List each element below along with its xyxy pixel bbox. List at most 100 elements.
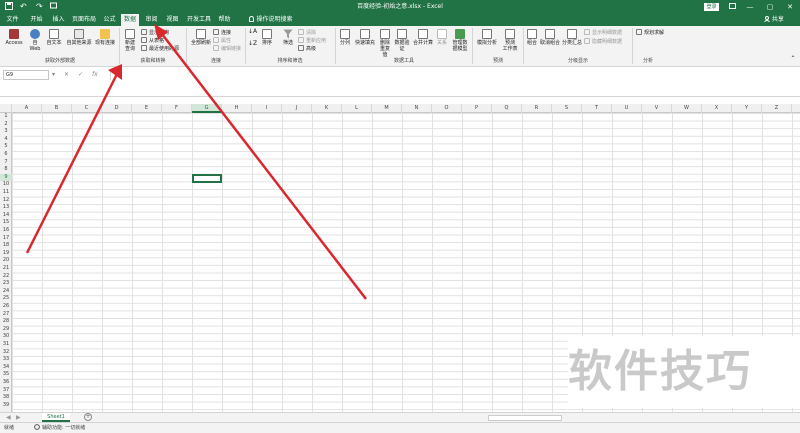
what-if-analysis-button[interactable]: 模拟分析 [475, 29, 499, 46]
select-all-corner[interactable] [0, 104, 12, 113]
tab-insert[interactable]: 插入 [50, 14, 67, 26]
tab-review[interactable]: 审阅 [143, 14, 160, 26]
hide-detail-button[interactable]: 隐藏明细数据 [584, 38, 622, 45]
row-header[interactable]: 21 [0, 265, 12, 273]
row-header[interactable]: 2 [0, 121, 12, 129]
recent-sources-button[interactable]: 最近使用的源 [141, 45, 179, 52]
row-header[interactable]: 1 [0, 113, 12, 121]
solver-button[interactable]: 规划求解 [636, 29, 664, 36]
row-header[interactable]: 28 [0, 318, 12, 326]
next-sheet-icon[interactable]: ▶ [16, 414, 21, 421]
cancel-icon[interactable]: ✕ [64, 70, 69, 80]
row-header[interactable]: 29 [0, 326, 12, 334]
group-button[interactable]: 组合 [526, 29, 538, 46]
subtotal-button[interactable]: 分类汇总 [562, 29, 582, 46]
row-header[interactable]: 9 [0, 173, 12, 182]
prev-sheet-icon[interactable]: ◀ [6, 414, 11, 421]
row-header[interactable]: 4 [0, 136, 12, 144]
row-header[interactable]: 20 [0, 257, 12, 265]
row-header[interactable]: 34 [0, 364, 12, 372]
row-header[interactable]: 23 [0, 280, 12, 288]
share-button[interactable]: 共享 [764, 14, 784, 26]
forecast-sheet-button[interactable]: 预测 工作表 [501, 29, 519, 52]
row-header[interactable]: 11 [0, 189, 12, 197]
column-header[interactable]: Y [732, 104, 762, 113]
column-header[interactable]: Q [492, 104, 522, 113]
new-query-button[interactable]: 新建 查询 [122, 29, 138, 52]
row-header[interactable]: 24 [0, 288, 12, 296]
accessibility-status[interactable]: 辅助功能: 一切就绪 [42, 423, 85, 433]
column-header[interactable]: Z [762, 104, 792, 113]
column-header[interactable]: H [222, 104, 252, 113]
edit-links-button[interactable]: 编辑链接 [213, 45, 241, 52]
column-header[interactable]: G [192, 104, 222, 113]
column-header[interactable]: U [612, 104, 642, 113]
tell-me-search[interactable]: 操作说明搜索 [240, 14, 302, 26]
insert-function-icon[interactable]: fx [92, 70, 98, 80]
sort-az-icon[interactable]: ↓A [248, 29, 257, 35]
accessibility-icon[interactable] [34, 423, 40, 433]
tab-view[interactable]: 视图 [164, 14, 181, 26]
properties-button[interactable]: 属性 [213, 37, 231, 44]
tab-data[interactable]: 数据 [121, 14, 139, 26]
existing-connections-button[interactable]: 现有连接 [94, 29, 116, 46]
sort-za-icon[interactable]: ↓Z [248, 41, 257, 47]
column-header[interactable]: L [342, 104, 372, 113]
from-table-button[interactable]: 从表格 [141, 37, 164, 44]
row-header[interactable]: 30 [0, 333, 12, 341]
row-header[interactable]: 25 [0, 295, 12, 303]
show-detail-button[interactable]: 显示明细数据 [584, 29, 622, 36]
row-header[interactable]: 12 [0, 197, 12, 205]
restore-button[interactable]: ▢ [762, 0, 778, 14]
ungroup-button[interactable]: 取消组合 [540, 29, 560, 46]
connections-button[interactable]: 连接 [213, 29, 231, 36]
column-header[interactable]: M [372, 104, 402, 113]
row-header[interactable]: 27 [0, 311, 12, 319]
tab-formulas[interactable]: 公式 [101, 14, 118, 26]
row-header[interactable]: 26 [0, 303, 12, 311]
column-header[interactable]: B [42, 104, 72, 113]
advanced-filter-button[interactable]: 高级 [298, 45, 316, 52]
column-header[interactable]: E [132, 104, 162, 113]
row-header[interactable]: 35 [0, 371, 12, 379]
remove-duplicates-button[interactable]: 删除 重复值 [378, 29, 392, 58]
row-header[interactable]: 17 [0, 235, 12, 243]
row-header[interactable]: 8 [0, 166, 12, 174]
tab-home[interactable]: 开始 [28, 14, 45, 26]
column-header[interactable]: P [462, 104, 492, 113]
filter-button[interactable]: 筛选 [280, 29, 296, 46]
close-button[interactable]: ✕ [782, 0, 798, 14]
name-box-dropdown-icon[interactable]: ▾ [52, 70, 55, 80]
row-header[interactable]: 39 [0, 402, 12, 410]
column-header[interactable]: N [402, 104, 432, 113]
column-header[interactable]: W [672, 104, 702, 113]
row-header[interactable]: 36 [0, 379, 12, 387]
formula-input[interactable] [110, 70, 796, 80]
from-other-sources-button[interactable]: 自其他来源 [66, 29, 92, 46]
horizontal-scrollbar[interactable] [488, 415, 562, 421]
row-header[interactable]: 13 [0, 204, 12, 212]
row-header[interactable]: 5 [0, 143, 12, 151]
login-button[interactable]: 登录 [704, 3, 719, 11]
manage-data-model-button[interactable]: 管理数 据模型 [451, 29, 469, 52]
add-sheet-button[interactable]: + [84, 413, 92, 421]
column-header[interactable]: T [582, 104, 612, 113]
column-header[interactable]: X [702, 104, 732, 113]
column-header[interactable]: R [522, 104, 552, 113]
column-header[interactable]: A [12, 104, 42, 113]
row-header[interactable]: 19 [0, 250, 12, 258]
row-header[interactable]: 6 [0, 151, 12, 159]
column-header[interactable]: F [162, 104, 192, 113]
clear-filter-button[interactable]: 清除 [298, 29, 316, 36]
enter-icon[interactable]: ✓ [78, 70, 83, 80]
sheet-tab-sheet1[interactable]: Sheet1 [42, 413, 70, 422]
column-header[interactable]: D [102, 104, 132, 113]
column-header[interactable]: K [312, 104, 342, 113]
consolidate-button[interactable]: 合并计算 [412, 29, 434, 46]
column-header[interactable]: C [72, 104, 102, 113]
column-header[interactable]: O [432, 104, 462, 113]
row-header[interactable]: 15 [0, 219, 12, 227]
row-header[interactable]: 7 [0, 159, 12, 167]
name-box[interactable]: G9 [3, 70, 49, 80]
tab-page-layout[interactable]: 页面布局 [70, 14, 98, 26]
